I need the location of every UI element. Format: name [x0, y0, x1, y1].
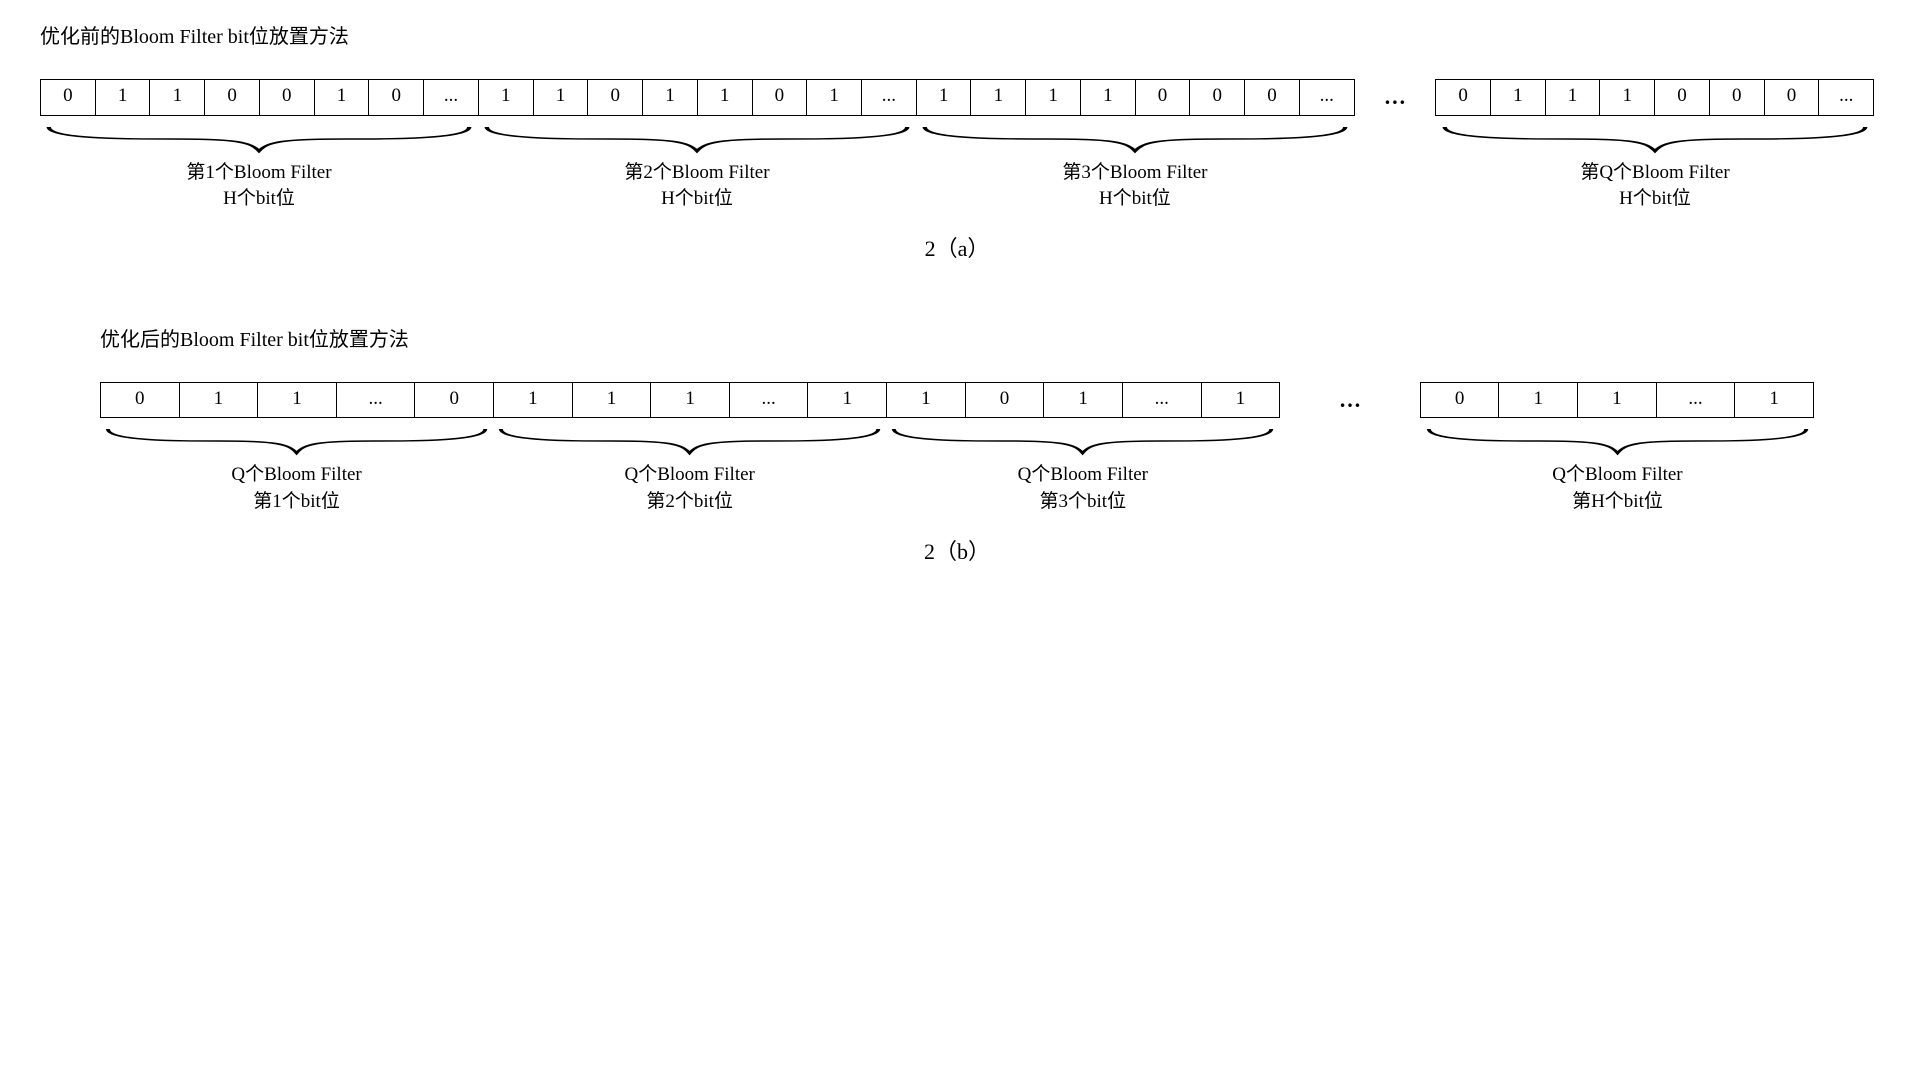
bit-cell: 1 — [534, 79, 589, 116]
brace-row-a: 第1个Bloom FilterH个bit位 第2个Bloom FilterH个b… — [40, 124, 1874, 213]
brace-label: Q个Bloom Filter第H个bit位 — [1552, 462, 1682, 515]
bit-cell: 0 — [588, 79, 643, 116]
brace-row-b: Q个Bloom Filter第1个bit位 Q个Bloom Filter第2个b… — [100, 426, 1814, 515]
bit-cell: 1 — [96, 79, 151, 116]
brace-group: Q个Bloom Filter第1个bit位 — [100, 426, 493, 515]
bit-cell: ... — [730, 382, 809, 419]
bit-cell: 0 — [205, 79, 260, 116]
bit-cell: 0 — [966, 382, 1045, 419]
bit-cell: 0 — [1136, 79, 1191, 116]
bit-cell: ... — [1300, 79, 1355, 116]
bit-cell: 1 — [917, 79, 972, 116]
bit-cell: 1 — [1202, 382, 1281, 419]
bit-cell: 1 — [971, 79, 1026, 116]
bit-cell: 1 — [807, 79, 862, 116]
section-a: 优化前的Bloom Filter bit位放置方法 0110010...1101… — [40, 20, 1874, 263]
bit-cell: 0 — [1710, 79, 1765, 116]
bit-cell: 1 — [808, 382, 887, 419]
brace-label: 第3个Bloom FilterH个bit位 — [1062, 160, 1207, 213]
section-b: 优化后的Bloom Filter bit位放置方法 011...0111...1… — [40, 323, 1874, 566]
bit-cell: 1 — [1499, 382, 1578, 419]
bit-cell: 1 — [651, 382, 730, 419]
bit-cell: 1 — [643, 79, 698, 116]
section-a-title: 优化前的Bloom Filter bit位放置方法 — [40, 20, 1874, 49]
brace-label: Q个Bloom Filter第3个bit位 — [1018, 462, 1148, 515]
bit-cell: 1 — [315, 79, 370, 116]
brace-group: 第2个Bloom FilterH个bit位 — [478, 124, 916, 213]
brace-group: Q个Bloom Filter第H个bit位 — [1421, 426, 1814, 515]
bit-cell: ... — [424, 79, 479, 116]
bit-cell: 1 — [1735, 382, 1814, 419]
bit-cell: 1 — [698, 79, 753, 116]
brace-group: 第3个Bloom FilterH个bit位 — [916, 124, 1354, 213]
section-b-title: 优化后的Bloom Filter bit位放置方法 — [100, 323, 1814, 352]
brace-group: 第Q个Bloom FilterH个bit位 — [1436, 124, 1874, 213]
bit-cell: 1 — [494, 382, 573, 419]
bit-cell: ... — [1657, 382, 1736, 419]
bit-cell: 0 — [415, 382, 494, 419]
brace-label: 第2个Bloom FilterH个bit位 — [624, 160, 769, 213]
bit-cell: 0 — [41, 79, 96, 116]
bit-cell: 0 — [1190, 79, 1245, 116]
bit-cell: 1 — [479, 79, 534, 116]
brace-group: Q个Bloom Filter第2个bit位 — [493, 426, 886, 515]
bit-cell: 0 — [1436, 79, 1491, 116]
bit-cell: 1 — [1546, 79, 1601, 116]
bit-cell: 1 — [1026, 79, 1081, 116]
bit-cell: 0 — [1765, 79, 1820, 116]
bit-gap: … — [1280, 382, 1421, 419]
bit-cell: ... — [1819, 79, 1874, 116]
bit-cell: 1 — [1491, 79, 1546, 116]
brace-label: 第1个Bloom FilterH个bit位 — [186, 160, 331, 213]
bit-cell: ... — [337, 382, 416, 419]
bit-cell: 0 — [260, 79, 315, 116]
brace-gap — [1279, 426, 1421, 515]
bit-cell: 1 — [180, 382, 259, 419]
bit-cell: 1 — [573, 382, 652, 419]
bit-cell: 1 — [1044, 382, 1123, 419]
bit-cell: 1 — [150, 79, 205, 116]
figure-label-a: 2（a） — [40, 231, 1874, 263]
bit-cell: ... — [862, 79, 917, 116]
bit-cell: 0 — [753, 79, 808, 116]
bit-cell: 0 — [1421, 382, 1500, 419]
bit-cell: 1 — [1578, 382, 1657, 419]
bit-cell: 0 — [1655, 79, 1710, 116]
bit-row-b: 011...0111...1101...1…011...1 — [100, 382, 1814, 419]
brace-label: Q个Bloom Filter第2个bit位 — [625, 462, 755, 515]
bit-row-a: 0110010...1101101...1111000...…0111000..… — [40, 79, 1874, 116]
bit-cell: 0 — [101, 382, 180, 419]
bit-gap: … — [1355, 79, 1437, 116]
brace-label: 第Q个Bloom FilterH个bit位 — [1580, 160, 1729, 213]
brace-label: Q个Bloom Filter第1个bit位 — [231, 462, 361, 515]
bit-cell: 1 — [1600, 79, 1655, 116]
bit-cell: 1 — [258, 382, 337, 419]
brace-group: Q个Bloom Filter第3个bit位 — [886, 426, 1279, 515]
brace-group: 第1个Bloom FilterH个bit位 — [40, 124, 478, 213]
bit-cell: ... — [1123, 382, 1202, 419]
brace-gap — [1354, 124, 1436, 213]
bit-cell: 1 — [887, 382, 966, 419]
bit-cell: 1 — [1081, 79, 1136, 116]
bit-cell: 0 — [1245, 79, 1300, 116]
bit-cell: 0 — [369, 79, 424, 116]
figure-label-b: 2（b） — [100, 534, 1814, 566]
